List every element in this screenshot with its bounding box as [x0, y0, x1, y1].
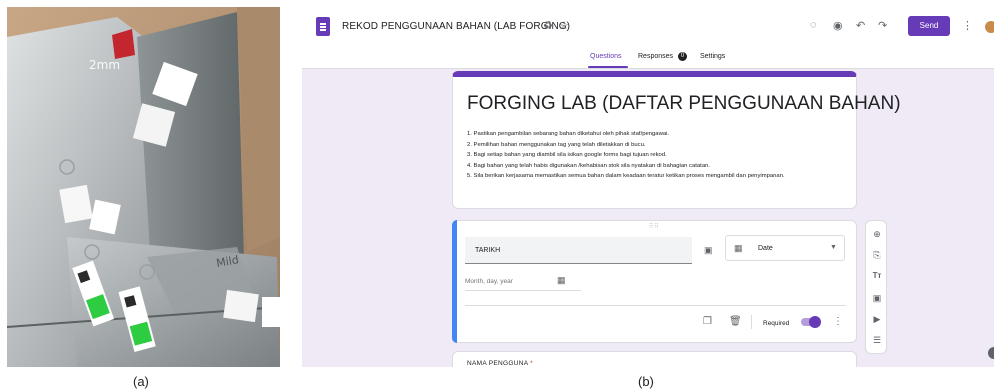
side-toolbar: ⊕ ⎘ Tт ▣ ▶ ☰ — [865, 220, 887, 354]
figure: 2mm Mild REKOD PENGGUNAAN BAHAN (LAB FOR… — [0, 0, 994, 392]
instruction-line: 5. Sila berikan kerjasama memastikan sem… — [467, 173, 785, 180]
question-title: TARIKH — [475, 247, 501, 254]
active-tab-indicator — [588, 66, 628, 68]
instruction-line: 4. Bagi bahan yang telah habis digunakan… — [467, 162, 711, 169]
divider — [751, 315, 752, 329]
question-card-name[interactable]: NAMA PENGGUNA * — [452, 351, 857, 367]
instruction-line: 2. Pemilihan bahan menggunakan tag yang … — [467, 141, 646, 148]
add-image-icon[interactable]: ▣ — [871, 293, 883, 304]
form-title[interactable]: FORGING LAB (DAFTAR PENGGUNAAN BAHAN) — [467, 93, 901, 115]
add-image-icon[interactable]: ▣ — [704, 245, 713, 256]
caption-a: (a) — [133, 374, 149, 389]
undo-icon[interactable]: ↶ — [856, 19, 865, 32]
calendar-icon: ▦ — [734, 243, 743, 253]
forms-logo-icon[interactable] — [316, 17, 330, 36]
delete-icon[interactable]: 🗑 — [729, 316, 742, 327]
required-toggle[interactable] — [801, 316, 821, 328]
date-placeholder: Month, day, year — [465, 278, 513, 285]
preview-eye-icon[interactable]: ◉ — [833, 19, 843, 32]
question-type-label: Date — [758, 245, 773, 252]
question-card-date[interactable]: ⠿⠿ TARIKH ▣ ▦ Date ▼ Month, day, year ▦ … — [452, 220, 857, 343]
tab-questions[interactable]: Questions — [590, 53, 622, 60]
palette-icon[interactable]: ◌ — [810, 19, 817, 31]
instruction-line: 1. Pastikan pengambilan sebarang bahan d… — [467, 131, 670, 137]
add-video-icon[interactable]: ▶ — [871, 314, 883, 325]
drag-handle-icon[interactable]: ⠿⠿ — [649, 223, 660, 230]
question-title-input[interactable]: TARIKH — [465, 237, 692, 264]
question-title-text: NAMA PENGGUNA — [467, 360, 528, 367]
responses-count-badge: 0 — [678, 52, 687, 61]
question-type-dropdown[interactable]: ▦ Date ▼ — [725, 235, 845, 261]
more-vert-icon[interactable]: ⋮ — [962, 19, 973, 32]
top-bar: REKOD PENGGUNAAN BAHAN (LAB FORGING) ♻ ☆… — [302, 7, 994, 47]
more-vert-icon[interactable]: ⋮ — [833, 316, 843, 327]
add-question-icon[interactable]: ⊕ — [871, 229, 883, 240]
calendar-icon: ▦ — [557, 275, 566, 285]
import-questions-icon[interactable]: ⎘ — [871, 250, 883, 261]
photo-annotation: 2mm — [89, 58, 120, 72]
add-section-icon[interactable]: ☰ — [871, 335, 883, 346]
material-storage-photo: 2mm Mild — [7, 7, 280, 367]
instruction-line: 3. Bagi setiap bahan yang diambil sila i… — [467, 152, 667, 159]
form-header-card[interactable]: FORGING LAB (DAFTAR PENGGUNAAN BAHAN) 1.… — [452, 71, 901, 209]
chevron-down-icon: ▼ — [830, 244, 837, 251]
send-button[interactable]: Send — [908, 16, 950, 36]
date-answer-underline — [465, 290, 581, 291]
redo-icon[interactable]: ↷ — [878, 19, 887, 32]
document-title[interactable]: REKOD PENGGUNAAN BAHAN (LAB FORGING) — [342, 21, 570, 32]
active-question-indicator — [452, 220, 457, 343]
add-title-icon[interactable]: Tт — [871, 271, 883, 280]
question-title: NAMA PENGGUNA * — [467, 360, 533, 367]
caption-b: (b) — [638, 374, 654, 389]
divider — [465, 305, 846, 306]
star-icon[interactable]: ☆ — [559, 19, 569, 32]
form-description[interactable]: 1. Pastikan pengambilan sebarang bahan d… — [467, 129, 849, 182]
help-icon[interactable] — [988, 347, 994, 359]
required-asterisk: * — [530, 360, 533, 367]
form-editor-screenshot: REKOD PENGGUNAAN BAHAN (LAB FORGING) ♻ ☆… — [302, 7, 994, 367]
tab-settings[interactable]: Settings — [700, 53, 725, 60]
move-to-folder-icon[interactable]: ♻ — [543, 19, 553, 32]
toggle-knob — [809, 316, 821, 328]
duplicate-icon[interactable]: ❐ — [703, 316, 712, 327]
photo-illustration: 2mm Mild — [7, 7, 280, 367]
avatar[interactable] — [985, 21, 994, 33]
tab-responses[interactable]: Responses — [638, 53, 673, 60]
tab-bar: Questions Responses 0 Settings — [302, 47, 994, 69]
required-label: Required — [763, 320, 790, 327]
